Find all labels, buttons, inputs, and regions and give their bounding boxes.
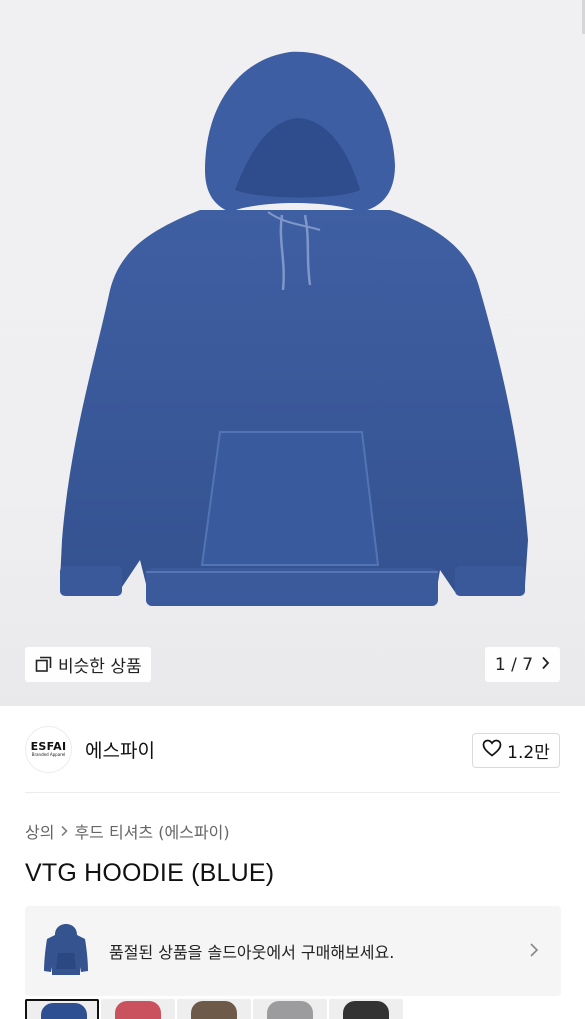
chevron-right-icon xyxy=(59,822,69,841)
color-option[interactable] xyxy=(25,999,99,1019)
product-thumbnail xyxy=(44,924,88,975)
breadcrumb-subcategory[interactable]: 후드 티셔츠 (에스파이) xyxy=(74,819,229,843)
similar-products-button[interactable]: 비슷한 상품 xyxy=(25,647,151,682)
color-option-list xyxy=(25,999,403,1019)
breadcrumb: 상의 후드 티셔츠 (에스파이) xyxy=(25,819,230,843)
like-count: 1.2만 xyxy=(507,743,550,763)
soldout-message: 품절된 상품을 솔드아웃에서 구매해보세요. xyxy=(109,943,395,962)
similar-products-label: 비슷한 상품 xyxy=(58,657,142,677)
swatch-fill xyxy=(191,1001,237,1019)
product-title: VTG HOODIE (BLUE) xyxy=(25,859,275,887)
like-button[interactable]: 1.2만 xyxy=(472,733,560,768)
swatch-fill xyxy=(115,1001,161,1019)
seller-logo[interactable]: ESFAI Branded Apparel xyxy=(25,725,72,773)
color-option[interactable] xyxy=(253,999,327,1019)
swatch-fill xyxy=(267,1001,313,1019)
divider xyxy=(25,792,560,793)
soldout-banner[interactable]: 품절된 상품을 솔드아웃에서 구매해보세요. xyxy=(25,906,561,996)
product-photo xyxy=(60,51,528,606)
chevron-right-icon xyxy=(529,942,539,962)
heart-icon xyxy=(482,739,502,762)
seller-name[interactable]: 에스파이 xyxy=(85,736,155,763)
color-option[interactable] xyxy=(101,999,175,1019)
color-option[interactable] xyxy=(177,999,251,1019)
copy-squares-icon xyxy=(35,656,52,673)
breadcrumb-category[interactable]: 상의 xyxy=(25,819,54,843)
product-image-gallery[interactable]: 비슷한 상품 1 / 7 xyxy=(0,0,585,706)
color-option[interactable] xyxy=(329,999,403,1019)
swatch-fill xyxy=(343,1001,389,1019)
chevron-right-icon xyxy=(541,655,550,675)
seller-row[interactable]: ESFAI Branded Apparel 에스파이 1.2만 xyxy=(0,706,585,792)
pager-text: 1 / 7 xyxy=(494,654,534,675)
swatch-fill xyxy=(41,1003,87,1019)
image-pager[interactable]: 1 / 7 xyxy=(485,647,560,682)
